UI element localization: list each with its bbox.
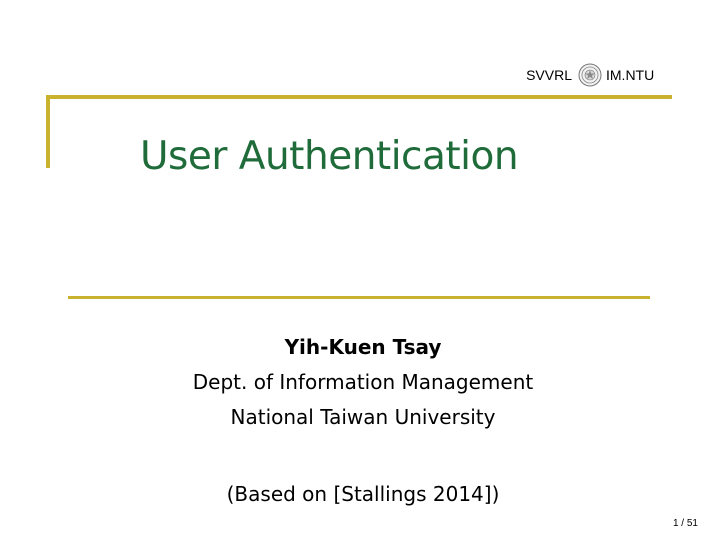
institution-name: IM.NTU — [606, 67, 655, 83]
accent-frame-top — [46, 95, 672, 99]
source-note: (Based on [Stallings 2014]) — [226, 482, 500, 506]
university-seal-icon — [578, 63, 602, 87]
slide-title: User Authentication — [140, 134, 519, 179]
accent-frame-left — [46, 95, 50, 168]
slide: SVVRL IM.NTU User Authentication Yih-Kue… — [0, 0, 720, 540]
author-name: Yih-Kuen Tsay — [284, 335, 442, 359]
lab-name: SVVRL — [526, 67, 572, 83]
author-department: Dept. of Information Management — [192, 370, 534, 394]
author-university: National Taiwan University — [230, 405, 496, 429]
divider-rule — [68, 296, 650, 299]
page-number: 1 / 51 — [672, 518, 698, 529]
author-block: Yih-Kuen Tsay Dept. of Information Manag… — [0, 330, 720, 435]
